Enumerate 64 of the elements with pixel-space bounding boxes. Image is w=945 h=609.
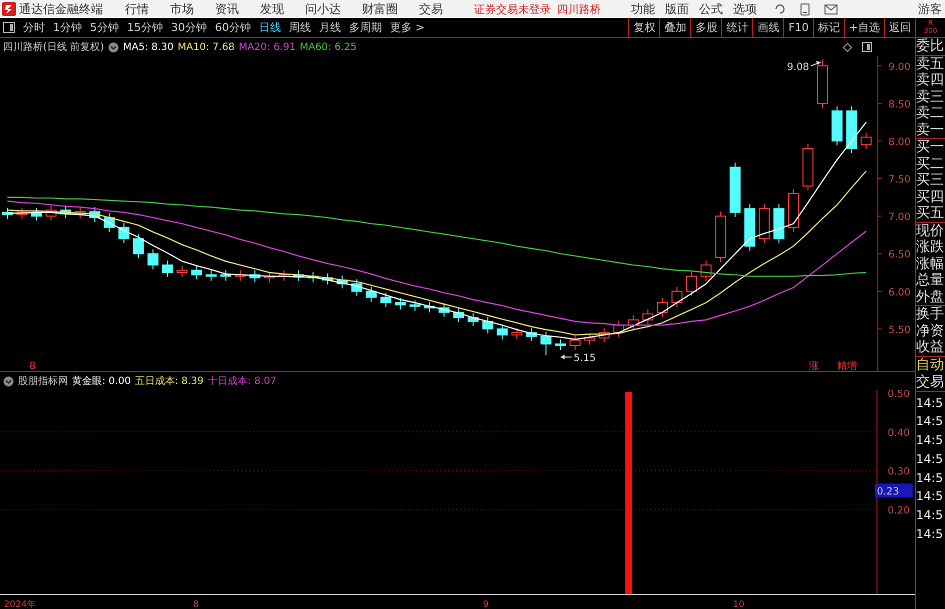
quote-label: 卖二	[916, 105, 945, 122]
quote-label: 买五	[916, 205, 945, 222]
trade-time: 14:5	[916, 432, 944, 450]
indicator-value: 黄金眼: 0.00	[72, 374, 131, 388]
indicator-name: 股朋指标网	[18, 374, 68, 388]
quote-label: 买四	[916, 188, 945, 205]
trade-time: 14:5	[916, 507, 944, 524]
price-axis-label: 8.50	[888, 99, 911, 110]
quote-label: 总量	[916, 272, 945, 288]
quote-label: 涨幅	[916, 256, 945, 272]
trade-label: 自动	[916, 356, 945, 374]
quote-label: 净资	[916, 322, 945, 339]
price-axis-label: 7.00	[888, 212, 911, 224]
indicator-axis-label: 0.40	[888, 428, 910, 439]
price-axis-label: 5.50	[888, 324, 911, 336]
trade-label: 交易	[916, 374, 945, 390]
indicator-value: 十日成本: 8.07	[208, 374, 276, 388]
price-axis-label: 8.00	[888, 136, 911, 148]
legend-series-value: : 7.68	[206, 42, 235, 52]
trade-time: 14:5	[916, 526, 944, 544]
price-axis-label: 6.50	[888, 250, 911, 261]
date-axis-label: 9	[483, 600, 489, 609]
quote-label: 卖一	[916, 122, 945, 138]
quote-label: 外盘	[916, 288, 945, 305]
legend-series-name: MA10	[178, 42, 206, 52]
low-price-label: 5.15	[574, 353, 596, 364]
current-value-label: 0.23	[874, 484, 913, 498]
indicator-value: 五日成本: 8.39	[134, 374, 204, 388]
app-title: 通达信金融终端	[19, 0, 103, 18]
stock-name: 四川路桥	[557, 2, 601, 16]
trade-time: 14:5	[916, 488, 944, 506]
trade-time: 14:5	[916, 450, 944, 468]
legend-series-name: MA20	[238, 42, 267, 52]
trade-time: 14:5	[916, 394, 944, 412]
login-status: 证券交易未登录	[474, 2, 551, 16]
indicator-axis-label: 0.30	[888, 466, 910, 478]
quote-label: 现价	[916, 222, 945, 239]
quote-label: 买三	[916, 172, 945, 188]
high-price-label: 9.08	[786, 62, 810, 73]
legend-series-name: MA60	[300, 42, 328, 52]
quote-label: 委比	[916, 38, 945, 54]
price-axis-label: 7.50	[888, 174, 911, 186]
date-axis-label: 2024年	[4, 600, 36, 609]
legend-series-name: MA5	[122, 42, 145, 52]
date-axis-label: 8	[193, 600, 199, 609]
quote-label: 换手	[916, 306, 945, 322]
quote-label: 收益	[916, 339, 945, 356]
quote-label: 涨跌	[916, 239, 945, 256]
chart-title: 四川路桥(日线 前复权)	[3, 40, 104, 54]
quote-label: 卖三	[916, 88, 945, 105]
trade-time: 14:5	[916, 470, 944, 487]
price-axis-label: 9.00	[888, 62, 911, 73]
quote-label: 买一	[916, 139, 945, 156]
legend-series-value: : 8.30	[144, 42, 174, 52]
date-axis-label: 10	[733, 600, 744, 609]
indicator-axis-label: 0.20	[888, 505, 910, 516]
legend-series-value: : 6.91	[266, 42, 296, 52]
quote-label: 卖四	[916, 72, 945, 88]
price-axis-label: 6.00	[888, 287, 911, 298]
trade-time: 14:5	[916, 413, 944, 430]
legend-series-value: : 6.25	[328, 42, 357, 52]
quote-label: 买二	[916, 156, 945, 172]
quote-label: 卖五	[916, 56, 945, 72]
marker-label: 8	[29, 361, 36, 371]
